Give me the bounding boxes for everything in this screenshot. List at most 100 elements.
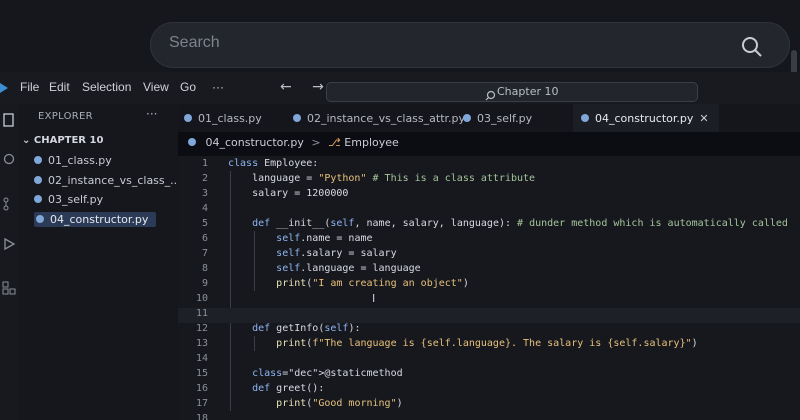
menu-edit[interactable]: Edit: [49, 80, 70, 94]
code-line[interactable]: 18: [178, 413, 800, 420]
code-line[interactable]: 6 self.name = name: [178, 233, 800, 248]
menu-bar: File Edit Selection View Go ··· ← → Chap…: [0, 72, 800, 104]
menu-go[interactable]: Go: [180, 80, 196, 94]
activity-bar: [0, 104, 18, 420]
tab-02-instance-vs-class-attr[interactable]: 02_instance_vs_class_attr.py: [293, 104, 465, 132]
close-icon[interactable]: ✕: [699, 112, 708, 125]
line-number: 15: [195, 368, 208, 379]
tab-01-class[interactable]: 01_class.py: [184, 104, 262, 132]
code-line[interactable]: 2 language = "Python" # This is a class …: [178, 173, 800, 188]
nav-back-forward-buttons[interactable]: ← →: [280, 79, 332, 95]
tab-03-self[interactable]: 03_self.py: [463, 104, 532, 132]
file-label: 02_instance_vs_class_...: [48, 174, 181, 187]
sidebar-more-button[interactable]: ···: [146, 107, 157, 121]
code-line[interactable]: 13 print(f"The language is {self.languag…: [178, 338, 800, 353]
python-file-icon: [34, 156, 42, 164]
python-file-icon: [293, 114, 301, 122]
line-number: 2: [201, 173, 208, 184]
code-text: def getInfo(self):: [252, 323, 361, 334]
line-number: 10: [195, 293, 208, 304]
line-number: 9: [201, 278, 208, 289]
python-file-icon: [463, 114, 471, 122]
line-number: 11: [195, 308, 208, 319]
line-number: 4: [201, 203, 208, 214]
sidebar-item-03-self[interactable]: 03_self.py: [34, 193, 103, 206]
class-symbol-icon: ⎇: [328, 136, 341, 149]
code-line[interactable]: 5 def __init__(self, name, salary, langu…: [178, 218, 800, 233]
code-text: self.name = name: [276, 233, 373, 244]
line-number: 13: [195, 338, 208, 349]
line-number: 3: [201, 188, 208, 199]
code-line[interactable]: 4: [178, 203, 800, 218]
line-number: 14: [195, 353, 208, 364]
search-icon[interactable]: [2, 152, 16, 166]
explorer-sidebar: EXPLORER ··· ⌄ CHAPTER 10 01_class.py 02…: [18, 104, 181, 420]
code-text: language = "Python" # This is a class at…: [228, 173, 536, 184]
line-number: 5: [201, 218, 208, 229]
line-number: 1: [201, 158, 208, 169]
command-center-search[interactable]: Chapter 10: [326, 82, 698, 102]
code-line[interactable]: 7 self.salary = salary: [178, 248, 800, 263]
breadcrumb: 04_constructor.py > ⎇ Employee: [178, 136, 800, 156]
code-line[interactable]: 10: [178, 293, 800, 308]
command-center-label: Chapter 10: [497, 85, 559, 98]
file-label: 03_self.py: [48, 193, 104, 206]
source-control-icon[interactable]: [2, 196, 16, 211]
search-placeholder: Search: [169, 34, 220, 51]
code-line[interactable]: 1 class Employee:: [178, 158, 800, 173]
code-editor[interactable]: 1 class Employee: 2 language = "Python" # …: [178, 156, 800, 420]
run-debug-icon[interactable]: [2, 236, 16, 251]
editor-tabs: 01_class.py 02_instance_vs_class_attr.py…: [178, 104, 800, 132]
code-text: self.salary = salary: [276, 248, 397, 259]
folder-chapter-10[interactable]: ⌄ CHAPTER 10: [22, 135, 103, 146]
file-label: 01_class.py: [48, 154, 112, 167]
code-line[interactable]: 9 print("I am creating an object"): [178, 278, 800, 293]
code-line[interactable]: 11: [178, 308, 800, 323]
file-label: 04_constructor.py: [50, 213, 149, 226]
sidebar-item-01-class[interactable]: 01_class.py: [34, 154, 112, 167]
menu-file[interactable]: File: [20, 80, 39, 94]
code-line[interactable]: 12 def getInfo(self):: [178, 323, 800, 338]
breadcrumb-symbol[interactable]: Employee: [344, 136, 398, 149]
line-number: 12: [195, 323, 208, 334]
breadcrumb-file[interactable]: 04_constructor.py: [206, 136, 304, 149]
python-file-icon: [36, 215, 44, 223]
line-number: 8: [201, 263, 208, 274]
folder-label: CHAPTER 10: [33, 135, 104, 146]
code-text: class="dec">@staticmethod: [252, 368, 403, 379]
line-number: 18: [195, 413, 208, 420]
sidebar-item-02-instance-vs-class[interactable]: 02_instance_vs_class_...: [34, 174, 181, 187]
extensions-icon[interactable]: [2, 280, 16, 295]
line-number: 6: [201, 233, 208, 244]
code-line[interactable]: 3 salary = 1200000: [178, 188, 800, 203]
tab-label: 02_instance_vs_class_attr.py: [307, 112, 466, 125]
code-text: class Employee:: [228, 158, 319, 169]
text-cursor-icon: I: [372, 292, 376, 305]
sidebar-item-04-constructor[interactable]: 04_constructor.py: [34, 212, 157, 227]
code-line[interactable]: 8 self.language = language: [178, 263, 800, 278]
menu-selection[interactable]: Selection: [82, 80, 131, 94]
tab-04-constructor[interactable]: 04_constructor.py ✕: [573, 104, 719, 132]
menu-view[interactable]: View: [143, 80, 169, 94]
code-line[interactable]: 14: [178, 353, 800, 368]
code-line[interactable]: 17 print("Good morning"): [178, 398, 800, 413]
browser-top-bar: Search: [0, 0, 800, 80]
breadcrumb-separator: >: [311, 136, 321, 149]
code-line[interactable]: 16 def greet():: [178, 383, 800, 398]
search-icon[interactable]: [741, 36, 763, 62]
chevron-down-icon: ⌄: [22, 135, 31, 146]
search-icon: [485, 86, 496, 105]
code-text: print("I am creating an object"): [276, 278, 469, 289]
code-text: print("Good morning"): [276, 398, 403, 409]
python-file-icon: [184, 114, 192, 122]
line-number: 16: [195, 383, 208, 394]
code-text: self.language = language: [276, 263, 421, 274]
code-text: def __init__(self, name, salary, languag…: [252, 218, 788, 229]
python-file-icon: [34, 176, 42, 184]
python-file-icon: [581, 114, 589, 122]
menu-more[interactable]: ···: [212, 80, 224, 94]
search-input[interactable]: Search: [150, 22, 790, 68]
code-text: print(f"The language is {self.language}.…: [276, 338, 698, 349]
code-line[interactable]: 15 class="dec">@staticmethod: [178, 368, 800, 383]
explorer-icon[interactable]: [2, 112, 16, 127]
